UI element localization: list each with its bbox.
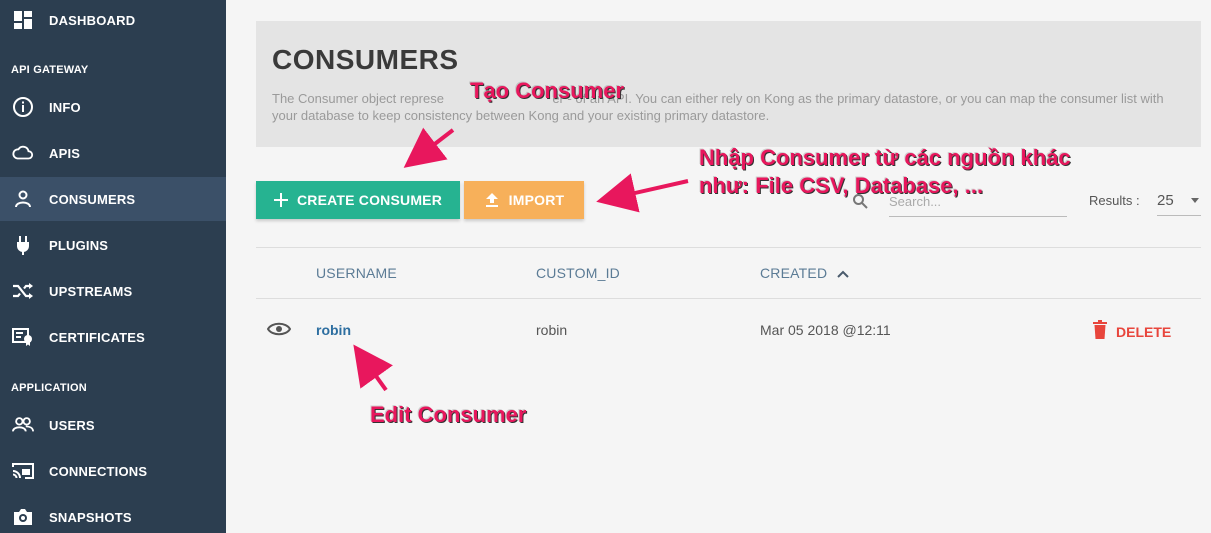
main-content: CONSUMERS The Consumer object represe er… [226, 0, 1211, 533]
username-link[interactable]: robin [316, 322, 351, 338]
sidebar-item-apis[interactable]: APIS [0, 131, 226, 175]
sidebar-item-consumers[interactable]: CONSUMERS [0, 177, 226, 221]
results-label: Results : [1089, 193, 1140, 208]
results-per-page-select[interactable]: 25 [1157, 186, 1201, 216]
shuffle-icon [12, 280, 34, 302]
sidebar-item-dashboard[interactable]: DASHBOARD [0, 0, 226, 42]
camera-icon [12, 506, 34, 528]
import-label: IMPORT [508, 192, 565, 208]
eye-icon[interactable] [266, 321, 292, 337]
users-icon [12, 414, 34, 436]
cloud-icon [12, 142, 34, 164]
sidebar-item-label: INFO [49, 99, 81, 115]
sidebar-item-plugins[interactable]: PLUGINS [0, 223, 226, 267]
plug-icon [12, 234, 34, 256]
sidebar-item-snapshots[interactable]: SNAPSHOTS [0, 495, 226, 533]
custom-id-cell: robin [536, 322, 568, 338]
trash-icon [1092, 320, 1108, 344]
sidebar-item-label: CERTIFICATES [49, 329, 146, 345]
delete-button[interactable]: DELETE [1092, 320, 1171, 344]
sort-ascending-icon [837, 270, 850, 278]
page-description: The Consumer object represe er - of an A… [272, 91, 1168, 123]
sidebar-item-connections[interactable]: CONNECTIONS [0, 449, 226, 493]
sidebar-item-info[interactable]: INFO [0, 85, 226, 129]
sidebar-item-certificates[interactable]: CERTIFICATES [0, 315, 226, 359]
certificate-icon [12, 326, 34, 348]
cast-icon [12, 460, 34, 482]
column-header-created-label: CREATED [760, 265, 828, 281]
create-consumer-label: CREATE CONSUMER [296, 192, 443, 208]
sidebar-item-label: DASHBOARD [49, 12, 136, 28]
import-button[interactable]: IMPORT [464, 181, 584, 219]
user-icon [12, 188, 34, 210]
upload-icon [484, 192, 500, 208]
column-header-username[interactable]: USERNAME [316, 265, 397, 281]
dashboard-icon [12, 9, 34, 31]
info-icon [12, 96, 34, 118]
sidebar-item-label: CONNECTIONS [49, 463, 148, 479]
created-cell: Mar 05 2018 @12:11 [760, 322, 891, 338]
section-label-application: APPLICATION [11, 382, 87, 394]
sidebar-item-label: SNAPSHOTS [49, 509, 132, 525]
page-title: CONSUMERS [272, 44, 459, 75]
section-label-api-gateway: API GATEWAY [11, 64, 89, 76]
column-header-created[interactable]: CREATED [760, 265, 850, 281]
sidebar-item-label: UPSTREAMS [49, 283, 133, 299]
table-top-divider [256, 247, 1201, 248]
sidebar: DASHBOARD API GATEWAY INFO APIS CONSUMER… [0, 0, 226, 533]
page-header: CONSUMERS The Consumer object represe er… [256, 21, 1201, 147]
results-value: 25 [1157, 192, 1174, 209]
sidebar-item-upstreams[interactable]: UPSTREAMS [0, 269, 226, 313]
annotation-import-line1: Nhập Consumer từ các nguồn khác [699, 145, 1071, 170]
annotation-edit: Edit Consumer [370, 402, 527, 427]
delete-label: DELETE [1116, 324, 1172, 340]
chevron-down-icon [1191, 198, 1199, 203]
table-header-divider [256, 298, 1201, 299]
create-consumer-button[interactable]: CREATE CONSUMER [256, 181, 460, 219]
annotation-create: Tạo Consumer [470, 78, 625, 103]
sidebar-item-label: USERS [49, 417, 95, 433]
sidebar-item-users[interactable]: USERS [0, 403, 226, 447]
sidebar-item-label: APIS [49, 145, 81, 161]
sidebar-item-label: CONSUMERS [49, 191, 136, 207]
sidebar-item-label: PLUGINS [49, 237, 109, 253]
plus-icon [273, 193, 288, 207]
column-header-custom-id[interactable]: CUSTOM_ID [536, 265, 620, 281]
annotation-import-line2: như: File CSV, Database, ... [699, 173, 984, 198]
